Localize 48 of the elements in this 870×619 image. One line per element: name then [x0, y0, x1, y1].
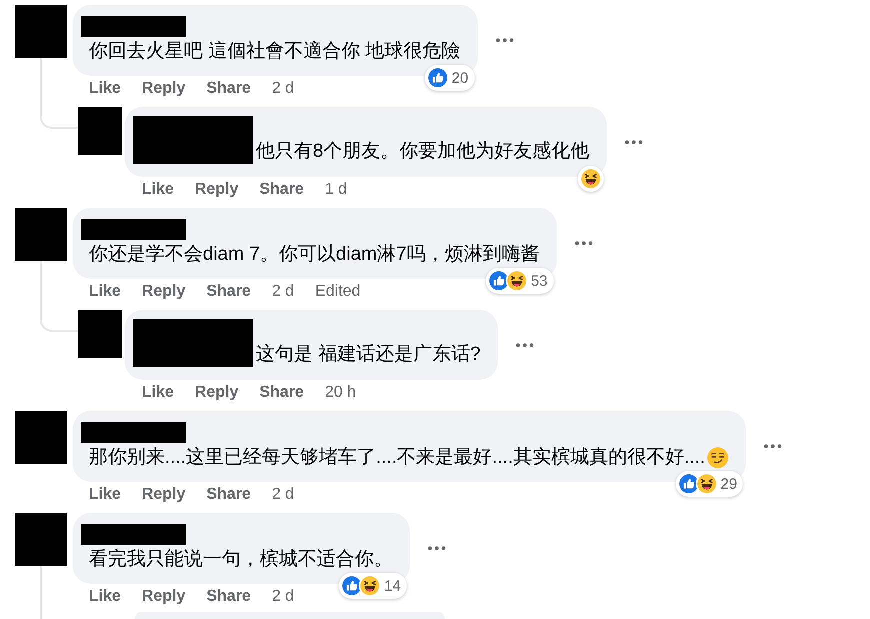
- comment-action-link[interactable]: Reply: [195, 181, 239, 199]
- reaction-summary[interactable]: 20: [424, 65, 475, 91]
- comment-action-link[interactable]: Reply: [142, 486, 186, 504]
- like-reaction-icon: [678, 473, 700, 495]
- comment-action-link[interactable]: Like: [142, 384, 174, 402]
- timestamp[interactable]: 2 d: [272, 283, 294, 301]
- more-icon: [624, 140, 643, 144]
- comment-action-link[interactable]: Share: [206, 283, 252, 301]
- comment-action-link[interactable]: Share: [206, 486, 252, 504]
- laughing-reaction-icon: [696, 473, 718, 495]
- comment-action-link[interactable]: Like: [89, 588, 122, 606]
- more-icon: [496, 38, 514, 43]
- more-icon: [764, 444, 782, 449]
- more-icon: [516, 342, 534, 348]
- comment-action-link[interactable]: Share: [206, 588, 252, 606]
- timestamp[interactable]: 1 d: [325, 181, 348, 199]
- comment-text: 你回去火星吧 這個社會不適合你 地球很危險: [89, 40, 461, 64]
- reaction-summary[interactable]: 14: [339, 573, 407, 599]
- comment-action-link[interactable]: Reply: [195, 384, 239, 402]
- comment-action-link[interactable]: Reply: [142, 80, 186, 98]
- laughing-reaction-icon: [580, 168, 602, 190]
- comment-text: 你还是学不会diam 7。你可以diam淋7吗，烦淋到嗨酱: [89, 243, 540, 267]
- comment-action-link[interactable]: Like: [89, 80, 122, 98]
- reaction-summary[interactable]: 53: [486, 268, 554, 294]
- comment-action-link[interactable]: Share: [206, 80, 252, 98]
- more-icon: [428, 546, 446, 551]
- reaction-summary[interactable]: [578, 166, 604, 192]
- comment-action-link[interactable]: Share: [260, 384, 304, 402]
- timestamp[interactable]: 20 h: [325, 384, 356, 402]
- like-reaction-icon: [426, 67, 449, 89]
- comment-text: 那你别来....这里已经每天够堵车了....不来是最好....其实槟城真的很不好....: [89, 446, 706, 470]
- comment-action-link[interactable]: Share: [260, 181, 304, 199]
- comment-text: 这句是 福建话还是广东话?: [256, 343, 481, 367]
- reaction-summary[interactable]: 29: [676, 471, 744, 497]
- timestamp[interactable]: 2 d: [272, 486, 294, 504]
- comment-action-link[interactable]: Like: [142, 181, 174, 199]
- more-icon: [574, 241, 593, 246]
- laughing-reaction-icon: [359, 575, 382, 597]
- edited-label: Edited: [315, 283, 361, 301]
- timestamp[interactable]: 2 d: [272, 588, 294, 606]
- comment-text: 看完我只能说一句，槟城不适合你。: [89, 548, 393, 572]
- comment-action-link[interactable]: Like: [89, 283, 122, 301]
- laughing-reaction-icon: [506, 270, 528, 292]
- comment-text: 他只有8个朋友。你要加他为好友感化他: [256, 140, 590, 164]
- comment-action-link[interactable]: Reply: [142, 283, 186, 301]
- comment-action-link[interactable]: Like: [89, 486, 122, 504]
- timestamp[interactable]: 2 d: [272, 80, 294, 98]
- comment-action-link[interactable]: Reply: [142, 588, 186, 606]
